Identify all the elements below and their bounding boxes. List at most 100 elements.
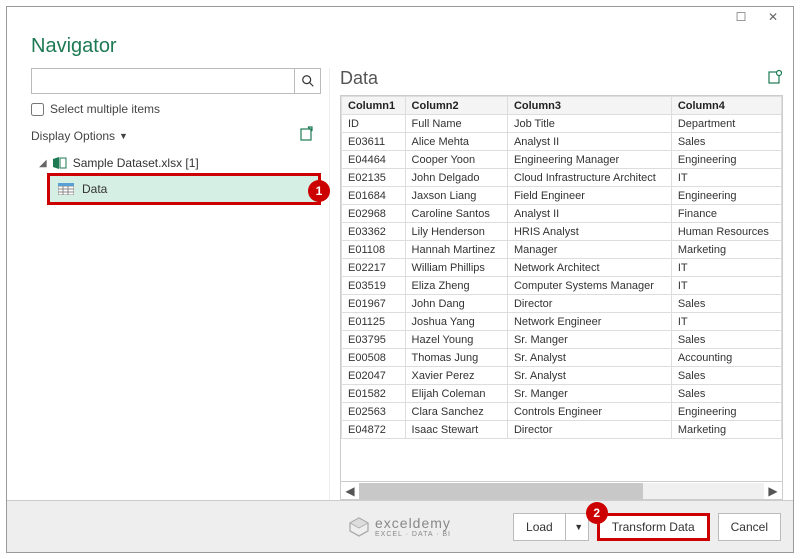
table-cell: E04464 [342, 151, 406, 169]
column-header[interactable]: Column1 [342, 97, 406, 115]
table-row[interactable]: E02047Xavier PerezSr. AnalystSales [342, 367, 782, 385]
table-cell: Human Resources [671, 223, 781, 241]
preview-title: Data [340, 68, 378, 89]
table-cell: Hannah Martinez [405, 241, 507, 259]
brand-subtext: EXCEL · DATA · BI [375, 531, 451, 538]
table-row[interactable]: E01582Elijah ColemanSr. MangerSales [342, 385, 782, 403]
table-row[interactable]: E03519Eliza ZhengComputer Systems Manage… [342, 277, 782, 295]
table-cell: Thomas Jung [405, 349, 507, 367]
scroll-right-icon[interactable]: ▶ [764, 483, 782, 499]
table-row[interactable]: E03362Lily HendersonHRIS AnalystHuman Re… [342, 223, 782, 241]
select-multiple-input[interactable] [31, 103, 44, 116]
table-cell: Sales [671, 133, 781, 151]
table-row[interactable]: E04464Cooper YoonEngineering ManagerEngi… [342, 151, 782, 169]
table-cell: IT [671, 277, 781, 295]
table-row[interactable]: E03611Alice MehtaAnalyst IISales [342, 133, 782, 151]
load-label[interactable]: Load [514, 514, 566, 540]
table-cell: Engineering [671, 187, 781, 205]
table-cell: Cloud Infrastructure Architect [507, 169, 671, 187]
table-row[interactable]: IDFull NameJob TitleDepartment [342, 115, 782, 133]
display-options-link[interactable]: Display Options [31, 129, 115, 143]
table-cell: E03362 [342, 223, 406, 241]
cancel-button[interactable]: Cancel [718, 513, 781, 541]
table-cell: Engineering [671, 403, 781, 421]
table-cell: E01125 [342, 313, 406, 331]
table-cell: Engineering [671, 151, 781, 169]
table-row[interactable]: E04872Isaac StewartDirectorMarketing [342, 421, 782, 439]
table-cell: Jaxson Liang [405, 187, 507, 205]
excel-file-icon [53, 157, 67, 169]
table-cell: E02047 [342, 367, 406, 385]
table-row[interactable]: E02135John DelgadoCloud Infrastructure A… [342, 169, 782, 187]
table-row[interactable]: E00508Thomas JungSr. AnalystAccounting [342, 349, 782, 367]
table-cell: William Phillips [405, 259, 507, 277]
table-row[interactable]: E01125Joshua YangNetwork EngineerIT [342, 313, 782, 331]
table-cell: Network Architect [507, 259, 671, 277]
table-cell: E03611 [342, 133, 406, 151]
table-cell: Sales [671, 367, 781, 385]
scroll-left-icon[interactable]: ◀ [341, 483, 359, 499]
table-cell: Clara Sanchez [405, 403, 507, 421]
preview-options-icon[interactable] [767, 69, 783, 88]
table-cell: Full Name [405, 115, 507, 133]
refresh-icon[interactable] [299, 126, 315, 145]
preview-table: Column1Column2Column3Column4IDFull NameJ… [340, 95, 783, 482]
search-input[interactable] [32, 69, 294, 93]
chevron-down-icon[interactable]: ▼ [119, 131, 128, 141]
table-cell: E01108 [342, 241, 406, 259]
table-cell: Cooper Yoon [405, 151, 507, 169]
table-cell: Field Engineer [507, 187, 671, 205]
table-cell: Sr. Analyst [507, 349, 671, 367]
table-cell: Computer Systems Manager [507, 277, 671, 295]
brand-text: exceldemy [375, 515, 451, 531]
maximize-button[interactable]: ☐ [725, 8, 757, 26]
table-cell: IT [671, 259, 781, 277]
table-cell: IT [671, 169, 781, 187]
tree-table-item[interactable]: Data 1 [47, 173, 321, 205]
table-cell: Controls Engineer [507, 403, 671, 421]
tree-expand-icon[interactable]: ◢ [39, 158, 47, 169]
brand-logo: exceldemy EXCEL · DATA · BI [349, 515, 451, 538]
table-row[interactable]: E02968Caroline SantosAnalyst IIFinance [342, 205, 782, 223]
table-row[interactable]: E01967John DangDirectorSales [342, 295, 782, 313]
column-header[interactable]: Column4 [671, 97, 781, 115]
table-cell: HRIS Analyst [507, 223, 671, 241]
table-cell: Finance [671, 205, 781, 223]
cancel-label: Cancel [731, 520, 768, 534]
transform-label: Transform Data [612, 520, 695, 534]
tree-file-item[interactable]: ◢ Sample Dataset.xlsx [1] [37, 153, 321, 173]
load-button[interactable]: Load ▼ [513, 513, 589, 541]
search-icon[interactable] [294, 69, 320, 93]
table-cell: Marketing [671, 241, 781, 259]
table-cell: Hazel Young [405, 331, 507, 349]
table-cell: Sales [671, 385, 781, 403]
table-cell: Xavier Perez [405, 367, 507, 385]
table-cell: Elijah Coleman [405, 385, 507, 403]
select-multiple-checkbox[interactable]: Select multiple items [31, 102, 321, 116]
table-row[interactable]: E03795Hazel YoungSr. MangerSales [342, 331, 782, 349]
table-cell: Manager [507, 241, 671, 259]
table-cell: Engineering Manager [507, 151, 671, 169]
table-cell: Analyst II [507, 133, 671, 151]
table-row[interactable]: E01108Hannah MartinezManagerMarketing [342, 241, 782, 259]
callout-1: 1 [308, 180, 330, 202]
column-header[interactable]: Column3 [507, 97, 671, 115]
table-cell: Eliza Zheng [405, 277, 507, 295]
table-row[interactable]: E02217William PhillipsNetwork ArchitectI… [342, 259, 782, 277]
table-cell: Department [671, 115, 781, 133]
table-cell: E01967 [342, 295, 406, 313]
table-row[interactable]: E01684Jaxson LiangField EngineerEngineer… [342, 187, 782, 205]
transform-data-button[interactable]: Transform Data 2 [597, 513, 710, 541]
load-dropdown-icon[interactable]: ▼ [570, 522, 588, 532]
horizontal-scrollbar[interactable]: ◀ ▶ [340, 482, 783, 500]
table-cell: John Dang [405, 295, 507, 313]
table-cell: Sales [671, 295, 781, 313]
column-header[interactable]: Column2 [405, 97, 507, 115]
table-cell: Sr. Manger [507, 385, 671, 403]
callout-2: 2 [586, 502, 608, 524]
table-row[interactable]: E02563Clara SanchezControls EngineerEngi… [342, 403, 782, 421]
close-button[interactable]: ✕ [757, 8, 789, 26]
table-cell: E03795 [342, 331, 406, 349]
table-cell: Accounting [671, 349, 781, 367]
scroll-thumb[interactable] [359, 483, 643, 499]
